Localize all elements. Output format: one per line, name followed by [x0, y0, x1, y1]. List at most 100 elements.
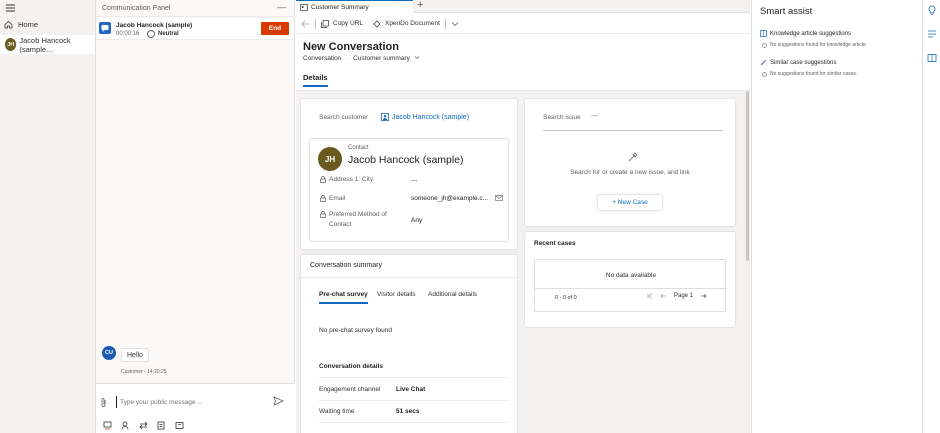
search-customer-label: Search customer — [319, 114, 369, 121]
recent-cases-title: Recent cases — [534, 240, 576, 247]
envelope-icon[interactable] — [495, 195, 503, 201]
tab-customer-summary-label: Customer Summary — [311, 3, 369, 11]
lightbulb-icon[interactable] — [927, 5, 937, 15]
avatar: JH — [5, 38, 17, 51]
sentiment-label: Neutral — [158, 31, 179, 37]
smart-assist-title: Smart assist — [760, 6, 813, 17]
form-selector[interactable]: Customer summary — [353, 55, 410, 62]
divider — [319, 400, 509, 401]
tab-additional-details[interactable]: Additional details — [428, 291, 477, 298]
tab-pre-chat-survey[interactable]: Pre-chat survey — [319, 291, 368, 298]
previous-page-icon[interactable] — [660, 293, 667, 299]
next-page-icon[interactable] — [700, 293, 707, 299]
pager: Page 1 — [647, 293, 707, 299]
hamburger-icon[interactable] — [5, 3, 17, 13]
new-case-button[interactable]: + New Case — [598, 195, 662, 210]
session-tab-bar: Customer Summary + — [296, 0, 750, 13]
recent-cases-card: Recent cases No data available 0 - 0 of … — [525, 232, 735, 327]
nav-home-label: Home — [18, 20, 39, 29]
transfer-icon[interactable] — [139, 421, 148, 430]
send-icon[interactable] — [273, 396, 284, 406]
similar-cases-empty: No suggestions found for similar cases. — [762, 71, 857, 77]
lock-icon — [320, 176, 326, 183]
info-icon — [762, 42, 767, 48]
contact-card-icon — [300, 3, 308, 11]
book-icon[interactable] — [927, 53, 937, 63]
similar-cases-header: Similar case suggestions — [760, 59, 836, 66]
tab-customer-summary[interactable]: Customer Summary — [296, 0, 413, 13]
breadcrumb-entity: Conversation — [303, 55, 342, 62]
xperido-document-label: XperiDo Document — [384, 20, 440, 27]
notes-icon[interactable] — [157, 421, 166, 430]
preferred-contact-label-text: Preferred Method of — [329, 211, 387, 218]
paperclip-icon[interactable] — [100, 397, 107, 408]
waiting-time-value: 51 secs — [396, 408, 420, 415]
breadcrumb: Conversation · Customer summary — [303, 55, 420, 62]
wand-icon — [627, 151, 639, 163]
tab-visitor-details[interactable]: Visitor details — [377, 291, 416, 298]
smart-assist-pane: Smart assist Knowledge article suggestio… — [751, 0, 922, 433]
similar-cases-title: Similar case suggestions — [770, 59, 837, 66]
message-bubble: Hello — [121, 348, 149, 362]
page-title: New Conversation — [303, 41, 399, 53]
more-commands-button[interactable] — [446, 14, 464, 34]
xperido-document-button[interactable]: XperiDo Document — [368, 14, 445, 34]
conversation-summary-title: Conversation summary — [310, 262, 382, 269]
customer-lookup-label: Jacob Hancock (sample) — [392, 113, 470, 121]
productivity-icon[interactable] — [927, 29, 937, 39]
page-label: Page 1 — [674, 293, 694, 299]
lock-icon — [320, 211, 326, 218]
add-tab-button[interactable]: + — [417, 0, 423, 11]
contact-name[interactable]: Jacob Hancock (sample) — [348, 154, 464, 166]
end-button[interactable]: End — [261, 22, 289, 35]
main-form: New Conversation Conversation · Customer… — [296, 35, 750, 433]
command-bar: Copy URL XperiDo Document — [296, 14, 750, 34]
divider — [301, 277, 517, 278]
wand-icon — [760, 59, 767, 66]
copy-url-button[interactable]: Copy URL — [316, 14, 368, 34]
comm-panel-header: Communication Panel — [96, 0, 295, 17]
email-label-text: Email — [329, 195, 346, 202]
address-city-label-text: Address 1: City — [329, 176, 374, 183]
nav-home[interactable]: Home — [0, 15, 95, 34]
session-timer: 00:00:16 — [116, 31, 140, 37]
consult-icon[interactable] — [121, 421, 130, 430]
first-page-icon[interactable] — [647, 293, 653, 299]
divider — [543, 130, 723, 131]
neutral-sentiment-icon — [147, 30, 155, 38]
breadcrumb-separator: · — [346, 55, 349, 62]
quick-reply-icon[interactable] — [103, 421, 112, 430]
engagement-channel-label: Engagement channel — [319, 386, 381, 393]
knowledge-empty-text: No suggestions found for knowledge artic… — [770, 42, 868, 48]
email-value[interactable]: someone_jh@example.c... — [411, 195, 488, 202]
info-icon — [762, 71, 767, 77]
tab-details[interactable]: Details — [303, 73, 328, 82]
nav-session-item[interactable]: JH Jacob Hancock (sample... — [0, 35, 95, 54]
empty-grid-text: No data available — [605, 272, 657, 279]
scrollbar[interactable] — [746, 91, 749, 261]
customer-lookup-value[interactable]: Jacob Hancock (sample) — [381, 113, 469, 121]
back-button[interactable] — [296, 14, 315, 34]
minimize-button[interactable]: — — [277, 2, 286, 12]
session-card[interactable]: Jacob Hancock (sample) 00:00:16 Neutral … — [96, 18, 294, 40]
form-content: Search customer Jacob Hancock (sample) J… — [296, 90, 750, 433]
similar-cases-empty-text: No suggestions found for similar cases. — [770, 71, 858, 77]
email-label: Email — [320, 195, 345, 202]
recent-cases-grid: No data available 0 - 0 of 0 Page 1 — [534, 259, 727, 312]
address-city-label: Address 1: City — [320, 176, 373, 183]
contact-avatar: JH — [318, 147, 342, 171]
contact-details-box: JH Contact Jacob Hancock (sample) Addres… — [309, 138, 509, 242]
home-icon — [4, 20, 13, 29]
issue-hint-text: Search for or create a new issue, and li… — [570, 169, 690, 176]
issue-lookup-value[interactable]: --- — [591, 113, 598, 120]
knowledge-search-icon[interactable] — [175, 421, 184, 430]
lock-icon — [320, 195, 326, 202]
nav-session-label: Jacob Hancock (sample... — [19, 35, 71, 54]
divider — [319, 422, 509, 423]
left-nav: Home JH Jacob Hancock (sample... — [0, 0, 96, 433]
chat-icon — [99, 22, 111, 34]
copy-url-label: Copy URL — [333, 20, 363, 27]
message-input[interactable] — [116, 396, 246, 408]
communication-panel: Communication Panel — Jacob Hancock (sam… — [96, 0, 295, 433]
chevron-down-icon[interactable] — [414, 55, 420, 60]
